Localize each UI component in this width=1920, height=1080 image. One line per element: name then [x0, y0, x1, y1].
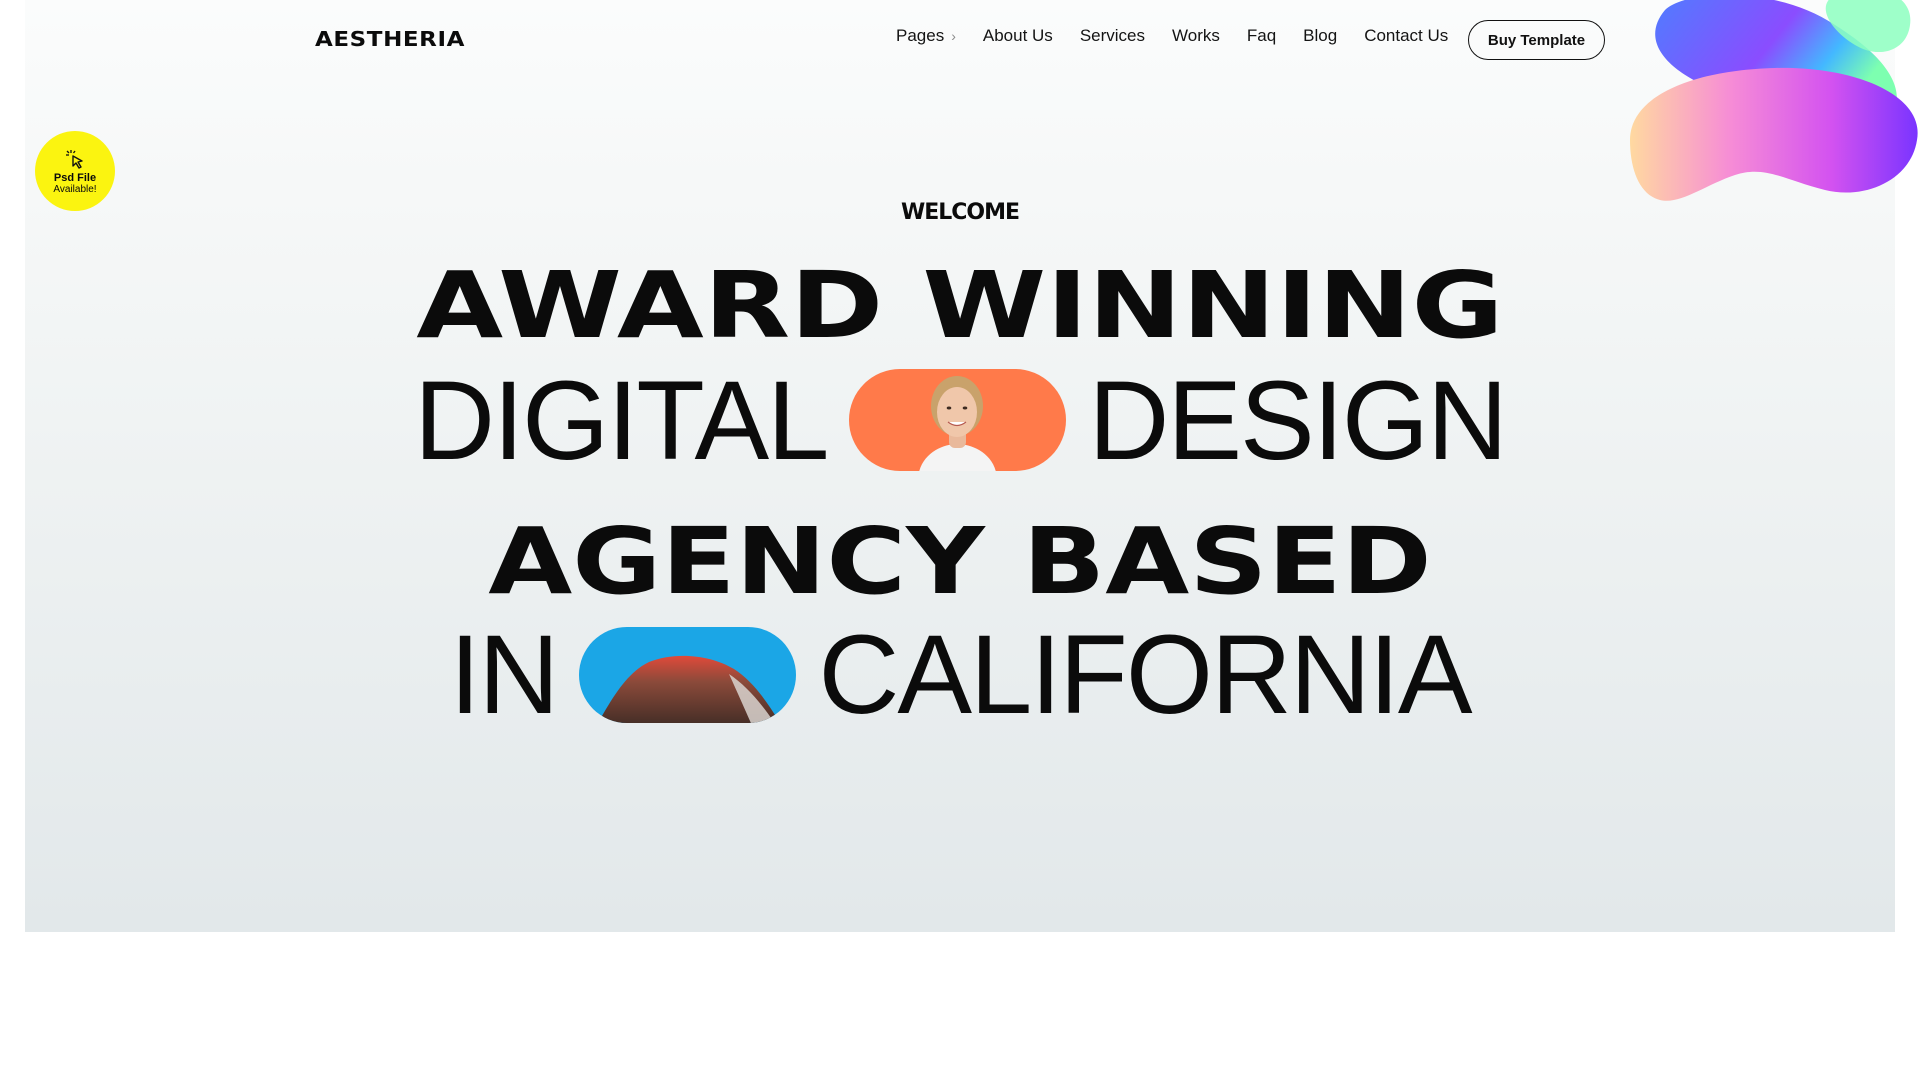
nav-item-label: Pages	[896, 26, 945, 45]
nav-item-pages[interactable]: Pages ›	[896, 26, 956, 46]
nav-item-contact-us[interactable]: Contact Us	[1364, 26, 1448, 46]
hero-headline-line1: AWARD WINNING	[0, 250, 1920, 360]
hero-headline-line4: IN CALIFORNIA	[0, 612, 1920, 737]
hero-eyebrow: WELCOME	[900, 200, 1020, 225]
hero-headline-line3: AGENCY BASED	[0, 506, 1920, 616]
headline-text: IN	[449, 612, 559, 737]
hero-headline-line2: DIGITAL DESIGN	[0, 358, 1920, 483]
smiling-woman-portrait	[919, 376, 997, 471]
nav-item-services[interactable]: Services	[1080, 26, 1145, 46]
chevron-right-icon: ›	[951, 28, 956, 44]
badge-subtitle: Available!	[53, 183, 97, 195]
nav-item-about-us[interactable]: About Us	[983, 26, 1053, 46]
headline-text: CALIFORNIA	[818, 612, 1472, 737]
brand-logo[interactable]: AESTHERIA	[315, 27, 465, 51]
nav-item-label: Faq	[1246, 26, 1277, 45]
headline-text: AGENCY BASED	[488, 507, 1432, 615]
nav-item-label: Contact Us	[1364, 26, 1449, 45]
headline-text: DESIGN	[1088, 357, 1507, 483]
half-dome-mountain	[598, 655, 781, 723]
nav-item-label: Services	[1079, 26, 1145, 45]
badge-title: Psd File	[53, 171, 97, 184]
nav-item-blog[interactable]: Blog	[1303, 26, 1337, 46]
nav-item-label: About Us	[982, 26, 1053, 45]
buy-template-button[interactable]: Buy Template	[1468, 20, 1605, 60]
nav-item-works[interactable]: Works	[1172, 26, 1220, 46]
landscape-pill-image	[579, 626, 797, 723]
nav-item-label: Works	[1172, 26, 1220, 45]
nav-item-faq[interactable]: Faq	[1247, 26, 1276, 46]
gradient-blob-decoration	[1630, 0, 1918, 201]
psd-file-badge[interactable]: Psd File Available!	[35, 131, 115, 211]
portrait-pill-image	[849, 369, 1067, 471]
nav-item-label: Blog	[1303, 26, 1338, 45]
main-nav: Pages › About Us Services Works Faq Blog…	[896, 26, 1475, 46]
headline-text: DIGITAL	[414, 357, 829, 483]
cursor-click-icon	[66, 149, 83, 169]
headline-text: AWARD WINNING	[416, 251, 1504, 359]
